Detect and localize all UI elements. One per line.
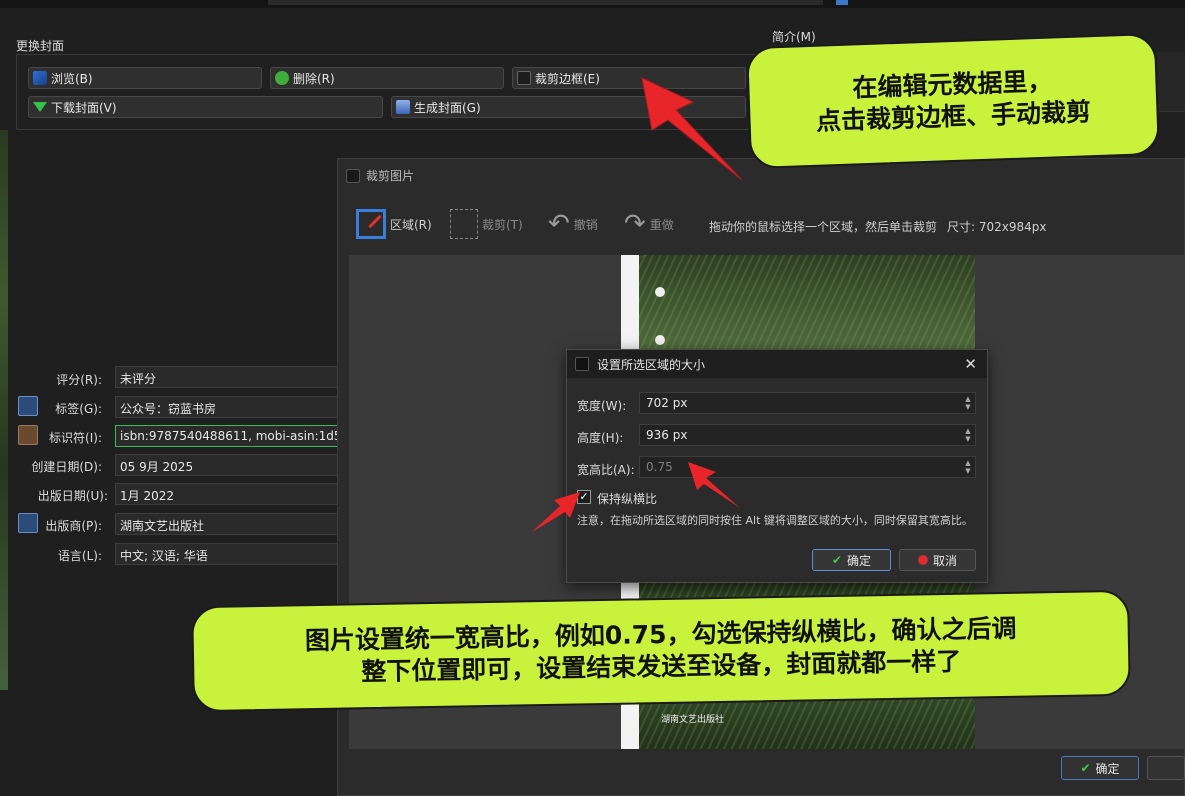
height-label: 高度(H): (577, 431, 624, 445)
tags-field[interactable]: 公众号：窃蓝书房 (115, 396, 339, 418)
dialog-cancel-button[interactable]: 取消 (899, 549, 976, 571)
region-select-icon (356, 209, 386, 239)
ratio-spinbox[interactable]: 0.75 ▲ ▼ (639, 456, 976, 478)
app-icon (575, 357, 589, 371)
dialog-title-bar: 设置所选区域的大小 (567, 350, 987, 378)
undo-icon: ↶ (548, 209, 570, 239)
check-icon: ✔ (1080, 761, 1091, 775)
tags-label: 标签(G): (55, 402, 102, 416)
crop-icon (450, 209, 478, 239)
crop-cancel-button[interactable] (1147, 756, 1185, 780)
crop-window-title: 裁剪图片 (346, 167, 414, 184)
rating-field[interactable]: 未评分 (115, 366, 339, 388)
published-date-field[interactable]: 1月 2022 (115, 483, 339, 505)
languages-field[interactable]: 中文; 汉语; 华语 (115, 543, 339, 565)
publisher-label: 出版商(P): (45, 519, 102, 533)
published-label: 出版日期(U): (37, 489, 108, 503)
close-icon[interactable]: ✕ (964, 355, 977, 373)
generate-cover-button[interactable]: 生成封面(G) (391, 96, 746, 118)
top-button[interactable] (836, 0, 848, 5)
recycle-icon (275, 71, 289, 85)
height-spinbox[interactable]: 936 px ▲ ▼ (639, 424, 976, 446)
bottom-annotation-bubble: 图片设置统一宽高比，例如0.75，勾选保持纵横比，确认之后调 整下位置即可，设置… (191, 589, 1131, 713)
dialog-ok-button[interactable]: ✔ 确定 (812, 549, 891, 571)
ids-label: 标识符(I): (49, 431, 102, 445)
image-icon (33, 71, 47, 85)
spin-arrows-icon[interactable]: ▲ ▼ (963, 459, 973, 475)
download-cover-button[interactable]: 下载封面(V) (28, 96, 383, 118)
trim-borders-button[interactable]: 裁剪边框(E) (512, 67, 746, 89)
ratio-label: 宽高比(A): (577, 463, 635, 477)
redo-icon: ↷ (624, 209, 646, 239)
set-size-dialog: 设置所选区域的大小 ✕ 宽度(W): 702 px ▲ ▼ 高度(H): 936 … (566, 349, 988, 583)
top-annotation-bubble: 在编辑元数据里， 点击裁剪边框、手动裁剪 (745, 32, 1161, 170)
rating-label: 评分(R): (56, 373, 102, 387)
cover-dot (655, 287, 665, 297)
top-toolbar-strip (0, 0, 1185, 8)
created-date-field[interactable]: 05 9月 2025 (115, 454, 339, 476)
cover-section-title: 更换封面 (16, 39, 65, 53)
cover-dot (655, 335, 665, 345)
created-label: 创建日期(D): (31, 460, 102, 474)
redo-button[interactable]: ↷ 重做 (624, 209, 674, 239)
cancel-icon (917, 555, 928, 565)
trim-icon (517, 71, 531, 85)
dialog-note: 注意，在拖动所选区域的同时按住 Alt 键将调整区域的大小，同时保留其宽高比。 (577, 514, 973, 527)
width-label: 宽度(W): (577, 399, 627, 413)
spin-arrows-icon[interactable]: ▲ ▼ (963, 395, 973, 411)
identifiers-field[interactable]: isbn:9787540488611, mobi-asin:1d543 (115, 425, 339, 447)
region-button[interactable]: 区域(R) (356, 209, 432, 239)
crop-ok-button[interactable]: ✔ 确定 (1061, 756, 1139, 780)
download-arrow-icon (33, 102, 47, 112)
languages-label: 语言(L): (57, 549, 102, 563)
browse-button[interactable]: 浏览(B) (28, 67, 262, 89)
undo-button[interactable]: ↶ 撤销 (548, 209, 598, 239)
keep-ratio-checkbox[interactable]: ✓ (577, 490, 591, 504)
width-spinbox[interactable]: 702 px ▲ ▼ (639, 392, 976, 414)
app-icon (346, 168, 360, 183)
top-field[interactable] (268, 0, 823, 5)
publisher-field[interactable]: 湖南文艺出版社 (115, 513, 339, 535)
crop-hint: 拖动你的鼠标选择一个区域，然后单击裁剪 尺寸: 702x984px (709, 220, 1047, 234)
check-icon: ✔ (831, 553, 843, 567)
cover-publisher: 湖南文艺出版社 (661, 715, 725, 725)
crop-button[interactable]: 裁剪(T) (450, 209, 523, 239)
comments-label: 简介(M) (772, 30, 816, 44)
cover-group-box (16, 54, 776, 130)
delete-button[interactable]: 删除(R) (270, 67, 504, 89)
generate-icon (396, 100, 410, 114)
keep-ratio-label: 保持纵横比 (597, 492, 658, 506)
spin-arrows-icon[interactable]: ▲ ▼ (963, 427, 973, 443)
